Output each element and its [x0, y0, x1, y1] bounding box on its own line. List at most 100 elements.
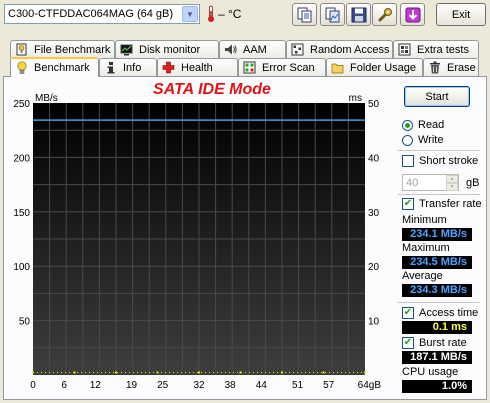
extra-tests-icon [398, 43, 411, 56]
short-stroke-check[interactable] [402, 155, 414, 167]
cpu-usage-label: CPU usage [402, 366, 459, 378]
random-access-icon [291, 43, 304, 56]
exit-button[interactable]: Exit [436, 3, 486, 26]
minimum-label: Minimum [402, 214, 447, 226]
tab-random-access[interactable]: Random Access [286, 40, 393, 58]
options-button[interactable] [372, 3, 397, 26]
download-button[interactable] [400, 3, 425, 26]
minimum-value: 234.1 MB/s [402, 228, 472, 241]
copy-image-button[interactable] [320, 3, 345, 26]
x-tick-label: 25 [157, 380, 169, 391]
y-axis-left-unit: MB/s [35, 93, 58, 104]
y-tick-label-right: 40 [368, 153, 380, 164]
y-tick-label-left: 150 [13, 208, 30, 219]
stepper-down-icon[interactable]: ▼ [446, 183, 458, 191]
tab-label: AAM [243, 43, 267, 56]
folder-icon [331, 61, 344, 74]
copy-text-icon [297, 7, 311, 22]
burst-rate-value: 187.1 MB/s [402, 351, 472, 364]
transfer-rate-check[interactable]: ✔ [402, 198, 414, 210]
write-radio-indicator[interactable] [402, 134, 413, 146]
read-label: Read [418, 119, 445, 131]
burst-rate-check[interactable]: ✔ [402, 337, 414, 349]
tab-label: Benchmark [34, 62, 90, 74]
read-radio[interactable]: Read [402, 119, 444, 131]
copy-image-icon [325, 7, 339, 22]
average-label: Average [402, 270, 443, 282]
x-tick-label: 64gB [358, 380, 382, 391]
x-tick-label: 38 [225, 380, 237, 391]
access-time-point [322, 371, 325, 374]
tab-label: Folder Usage [350, 61, 417, 74]
read-radio-indicator[interactable] [402, 119, 413, 131]
drive-select[interactable]: C300-CTFDDAC064MAG (64 gB) ▼ [4, 4, 200, 24]
divider [398, 150, 480, 151]
tab-label: Erase [447, 61, 476, 74]
tab-health[interactable]: Health [157, 58, 238, 76]
maximum-label: Maximum [402, 242, 450, 254]
tab-label: Error Scan [262, 61, 315, 74]
y-tick-label-right: 30 [368, 208, 380, 219]
benchmark-bulb-icon [15, 61, 28, 75]
x-tick-label: 44 [256, 380, 268, 391]
y-tick-label-right: 10 [368, 317, 380, 328]
tab-file-benchmark[interactable]: File Benchmark [10, 40, 115, 58]
transfer-rate-checkbox[interactable]: ✔ Transfer rate [402, 198, 482, 210]
tab-erase[interactable]: Erase [423, 58, 479, 76]
wrench-icon [378, 7, 392, 21]
access-time-point [198, 371, 200, 374]
tab-label: Info [123, 61, 142, 74]
download-arrow-icon [405, 7, 420, 22]
x-tick-label: 32 [193, 380, 205, 391]
tab-info[interactable]: Info [99, 58, 157, 76]
tab-extra-tests[interactable]: Extra tests [393, 40, 479, 58]
info-icon [104, 61, 117, 74]
y-axis-right-unit: ms [349, 93, 362, 104]
tab-benchmark[interactable]: Benchmark [10, 57, 99, 77]
file-benchmark-icon [15, 43, 28, 56]
x-tick-label: 12 [90, 380, 102, 391]
temperature-readout: – °C [218, 7, 242, 21]
error-scan-icon [243, 61, 256, 74]
short-stroke-unit: gB [466, 177, 480, 189]
access-time-value: 0.1 ms [402, 321, 472, 334]
copy-text-button[interactable] [292, 3, 317, 26]
divider [398, 302, 480, 303]
y-tick-label-left: 50 [19, 317, 31, 328]
tab-folder-usage[interactable]: Folder Usage [326, 58, 423, 76]
tab-error-scan[interactable]: Error Scan [238, 58, 326, 76]
access-time-checkbox[interactable]: ✔ Access time [402, 307, 478, 319]
tab-aam[interactable]: AAM [219, 40, 286, 58]
transfer-rate-label: Transfer rate [419, 198, 482, 210]
x-tick-label: 0 [30, 380, 36, 391]
y-tick-label-right: 20 [368, 262, 380, 273]
cpu-usage-value: 1.0% [402, 380, 472, 393]
tab-label: Disk monitor [139, 43, 201, 56]
y-tick-label-left: 100 [13, 262, 30, 273]
y-tick-label-right: 50 [368, 99, 380, 110]
x-tick-label: 57 [323, 380, 335, 391]
start-button[interactable]: Start [404, 86, 470, 107]
write-label: Write [418, 134, 444, 146]
short-stroke-stepper[interactable]: 40 ▲ ▼ [402, 174, 459, 191]
health-cross-icon [162, 61, 175, 74]
x-tick-label: 19 [126, 380, 138, 391]
stepper-up-icon[interactable]: ▲ [446, 175, 458, 183]
write-radio[interactable]: Write [402, 134, 443, 146]
divider [398, 194, 480, 195]
tab-disk-monitor[interactable]: Disk monitor [115, 40, 219, 58]
save-button[interactable] [346, 3, 371, 26]
chart-title: SATA IDE Mode [153, 81, 271, 98]
tab-label: Random Access [310, 43, 390, 56]
short-stroke-label: Short stroke [419, 155, 479, 167]
y-tick-label-left: 250 [13, 99, 30, 110]
y-tick-label-left: 200 [13, 153, 30, 164]
access-time-check[interactable]: ✔ [402, 307, 414, 319]
thermometer-icon [205, 5, 217, 23]
disk-monitor-icon [120, 43, 133, 56]
floppy-disk-icon [351, 7, 366, 22]
burst-rate-checkbox[interactable]: ✔ Burst rate [402, 337, 467, 349]
chevron-down-icon[interactable]: ▼ [182, 6, 198, 22]
short-stroke-checkbox[interactable]: Short stroke [402, 155, 478, 167]
drive-select-value: C300-CTFDDAC064MAG (64 gB) [8, 8, 174, 20]
